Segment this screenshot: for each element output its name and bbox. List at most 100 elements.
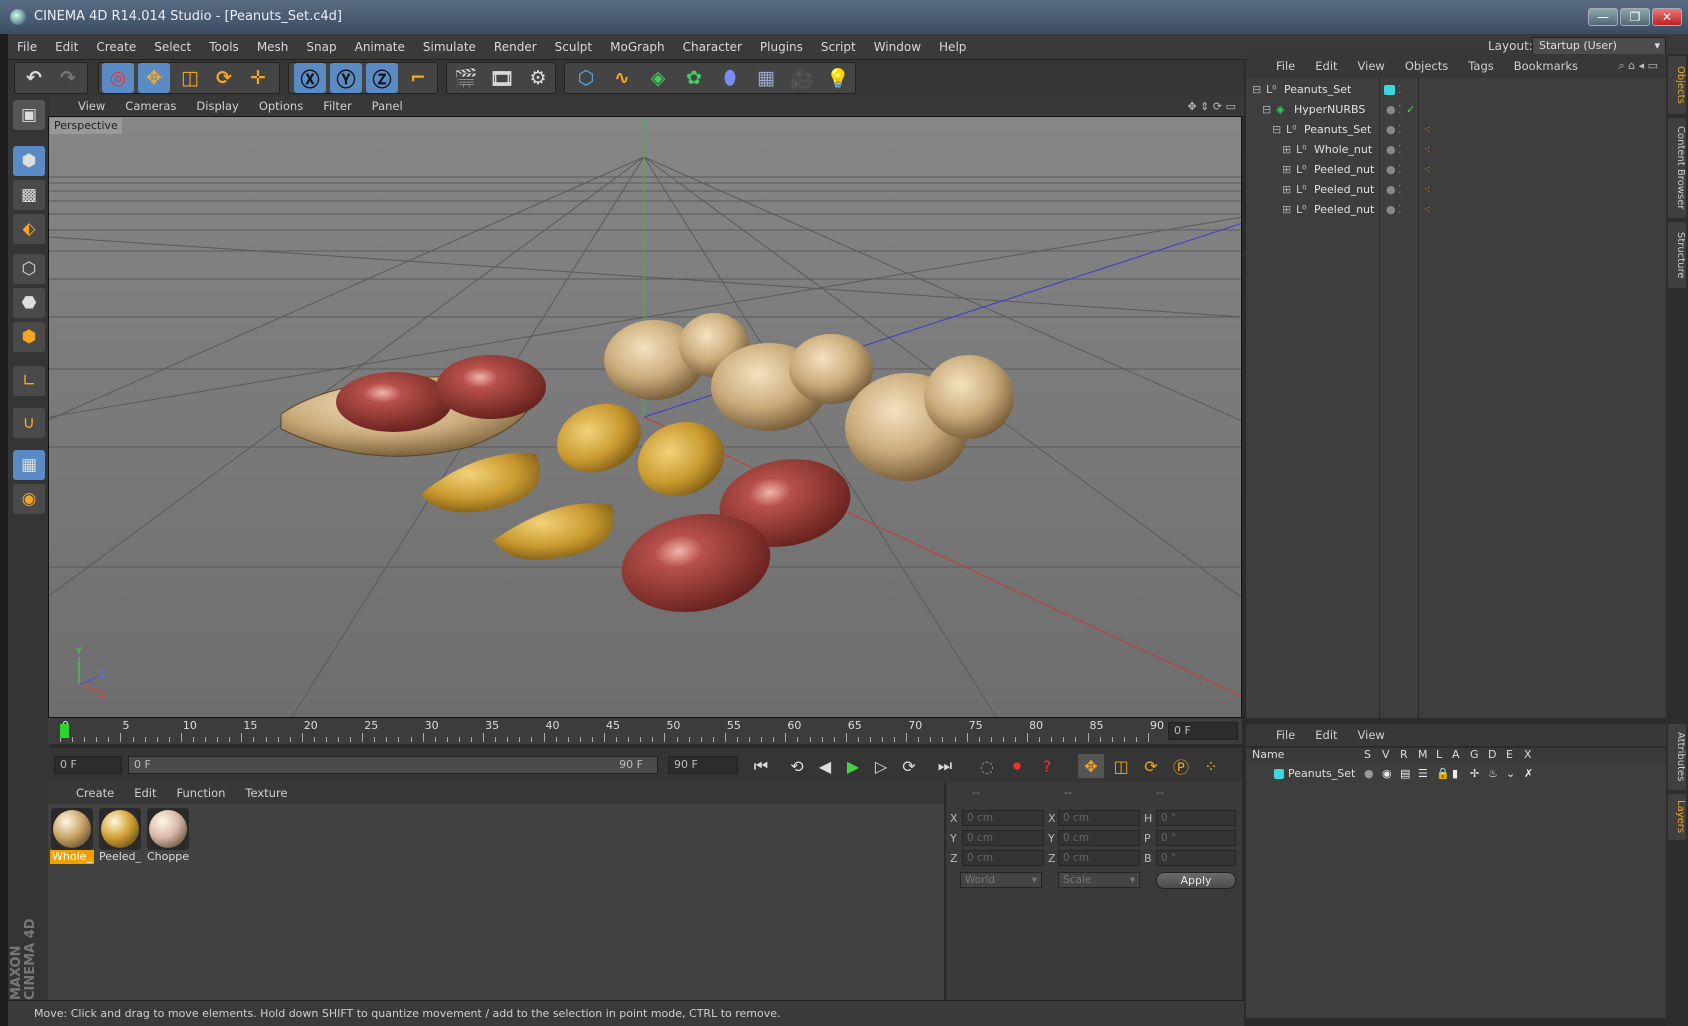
- visibility-dots[interactable]: ⁚: [1398, 200, 1402, 220]
- om-menu-edit[interactable]: Edit: [1305, 59, 1347, 73]
- layer-color-badge[interactable]: [1384, 85, 1395, 95]
- make-editable-icon[interactable]: ▣: [13, 100, 45, 130]
- nurbs-icon[interactable]: ◈: [642, 63, 674, 93]
- material-tag-icon[interactable]: ⁖: [1424, 180, 1430, 200]
- expand-icon[interactable]: ⊞: [1282, 160, 1291, 180]
- menu-animate[interactable]: Animate: [346, 34, 414, 60]
- viewport-menu-options[interactable]: Options: [249, 99, 313, 113]
- scale-icon[interactable]: ◫: [174, 63, 206, 93]
- key-position-icon[interactable]: ✥: [1078, 754, 1104, 778]
- rotate-icon[interactable]: ⟳: [208, 63, 240, 93]
- position-z-field[interactable]: 0 cm: [962, 850, 1044, 866]
- solo-toggle-icon[interactable]: ●: [1364, 764, 1374, 784]
- visibility-dot[interactable]: ●: [1386, 140, 1396, 160]
- material-tag-icon[interactable]: ⁖: [1424, 160, 1430, 180]
- tab-objects[interactable]: Objects: [1668, 56, 1686, 114]
- light-icon[interactable]: 💡: [822, 63, 854, 93]
- previous-frame-icon[interactable]: ◀: [812, 754, 838, 778]
- expand-icon[interactable]: ⊞: [1282, 180, 1291, 200]
- end-frame-field[interactable]: 90 F: [668, 756, 738, 774]
- deformer-icon[interactable]: ⬮: [714, 63, 746, 93]
- keyframe-selection-icon[interactable]: ?: [1034, 754, 1060, 778]
- tab-attributes[interactable]: Attributes: [1668, 724, 1686, 790]
- timeline-playhead[interactable]: [60, 724, 69, 738]
- material-tag-icon[interactable]: ⁖: [1424, 200, 1430, 220]
- render-picture-viewer-icon[interactable]: 🎞: [486, 63, 518, 93]
- menu-help[interactable]: Help: [930, 34, 975, 60]
- start-frame-field[interactable]: 0 F: [54, 756, 122, 774]
- collapse-icon[interactable]: ⊟: [1252, 80, 1261, 100]
- viewport-menu-cameras[interactable]: Cameras: [115, 99, 186, 113]
- material-tag-icon[interactable]: ⁖: [1424, 120, 1430, 140]
- collapse-icon[interactable]: ⊟: [1272, 120, 1281, 140]
- z-axis-icon[interactable]: Ⓩ: [366, 63, 398, 93]
- cube-icon[interactable]: ⬡: [570, 63, 602, 93]
- visibility-dots[interactable]: ⁚: [1398, 120, 1402, 140]
- next-frame-icon[interactable]: ▷: [868, 754, 894, 778]
- menu-edit[interactable]: Edit: [46, 34, 87, 60]
- key-pla-icon[interactable]: ⁘: [1198, 754, 1224, 778]
- material-item[interactable]: Whole_: [50, 808, 94, 868]
- menu-script[interactable]: Script: [812, 34, 865, 60]
- menu-tools[interactable]: Tools: [200, 34, 248, 60]
- viewport-nav-icons[interactable]: ✥ ⇕ ⟳ ▭: [1187, 100, 1236, 113]
- menu-character[interactable]: Character: [674, 34, 751, 60]
- minimize-button[interactable]: —: [1588, 8, 1618, 26]
- undo-icon[interactable]: ↶: [18, 63, 50, 93]
- visibility-dots[interactable]: ⁚: [1398, 140, 1402, 160]
- menu-snap[interactable]: Snap: [297, 34, 345, 60]
- visibility-dot[interactable]: ●: [1386, 120, 1396, 140]
- snap-icon[interactable]: ◉: [13, 484, 45, 514]
- menu-file[interactable]: File: [8, 34, 46, 60]
- frame-range-slider[interactable]: 0 F 90 F: [128, 756, 658, 774]
- axis-mode-icon[interactable]: ∟: [13, 366, 45, 396]
- size-x-field[interactable]: 0 cm: [1058, 810, 1140, 826]
- object-row[interactable]: ⊟ L⁰ Peanuts_Set ● ⁚ ⁖: [1246, 120, 1666, 140]
- viewport-menu-view[interactable]: View: [68, 99, 115, 113]
- spline-icon[interactable]: ∿: [606, 63, 638, 93]
- visibility-dots[interactable]: ⁚: [1398, 160, 1402, 180]
- key-rotation-icon[interactable]: ⟳: [1138, 754, 1164, 778]
- position-x-field[interactable]: 0 cm: [962, 810, 1044, 826]
- rotation-h-field[interactable]: 0 °: [1156, 810, 1236, 826]
- object-row[interactable]: ⊞ L⁰ Peeled_nut ● ⁚ ⁖: [1246, 160, 1666, 180]
- visibility-dot[interactable]: ●: [1386, 200, 1396, 220]
- tab-content-browser[interactable]: Content Browser: [1668, 118, 1686, 218]
- camera-icon[interactable]: 🎥: [786, 63, 818, 93]
- points-mode-icon[interactable]: ⬡: [13, 254, 45, 284]
- close-button[interactable]: ✕: [1652, 8, 1682, 26]
- x-axis-icon[interactable]: Ⓧ: [294, 63, 326, 93]
- visibility-dots[interactable]: ⁚: [1398, 180, 1402, 200]
- lm-menu-file[interactable]: File: [1266, 728, 1305, 742]
- viewport-menu-panel[interactable]: Panel: [362, 99, 413, 113]
- render-view-icon[interactable]: 🎬: [450, 63, 482, 93]
- magnet-icon[interactable]: ∪: [13, 408, 45, 438]
- eye-icon[interactable]: ◉: [1382, 764, 1392, 784]
- visibility-dots[interactable]: ⁚: [1398, 80, 1402, 100]
- material-menu-function[interactable]: Function: [167, 786, 236, 800]
- tab-layers[interactable]: Layers: [1668, 794, 1686, 840]
- timeline-ruler[interactable]: 051015202530354045505560657075808590 0 F: [48, 718, 1242, 744]
- menu-render[interactable]: Render: [485, 34, 546, 60]
- y-axis-icon[interactable]: Ⓨ: [330, 63, 362, 93]
- material-menu-edit[interactable]: Edit: [124, 786, 166, 800]
- visibility-dot[interactable]: ●: [1386, 160, 1396, 180]
- material-menu-texture[interactable]: Texture: [235, 786, 297, 800]
- size-mode-dropdown[interactable]: Scale ▾: [1058, 872, 1140, 888]
- om-menu-file[interactable]: File: [1266, 59, 1305, 73]
- record-keys-icon[interactable]: ◌: [974, 754, 1000, 778]
- material-item[interactable]: Choppe: [146, 808, 190, 868]
- tab-structure[interactable]: Structure: [1668, 222, 1686, 288]
- menu-simulate[interactable]: Simulate: [414, 34, 485, 60]
- layer-row[interactable]: Peanuts_Set ● ◉ ▤ ☰ 🔒 ▮ ✢ ♨ ⌄ ✗: [1246, 764, 1666, 784]
- perspective-viewport[interactable]: Y X Z: [48, 116, 1242, 718]
- om-menu-tags[interactable]: Tags: [1458, 59, 1503, 73]
- om-menu-objects[interactable]: Objects: [1395, 59, 1458, 73]
- move-icon[interactable]: ✥: [138, 63, 170, 93]
- locked-workplane-icon[interactable]: ▦: [13, 450, 45, 480]
- expression-icon[interactable]: ⌄: [1506, 764, 1515, 784]
- visibility-dot[interactable]: ●: [1386, 100, 1396, 120]
- floor-icon[interactable]: ▦: [750, 63, 782, 93]
- menu-plugins[interactable]: Plugins: [751, 34, 812, 60]
- size-y-field[interactable]: 0 cm: [1058, 830, 1140, 846]
